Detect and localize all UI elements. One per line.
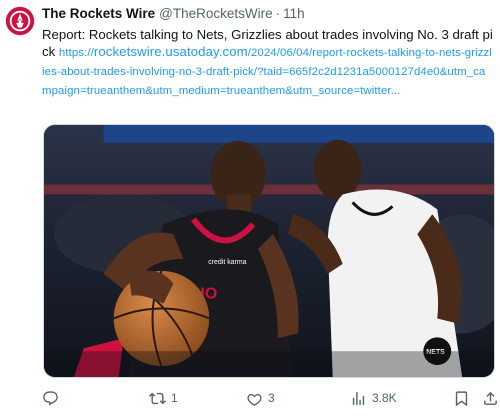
reply-button[interactable]	[42, 386, 64, 410]
like-button[interactable]: 3	[246, 386, 275, 410]
tweet[interactable]: The Rockets Wire @TheRocketsWire · 11h R…	[0, 0, 500, 417]
retweet-icon	[149, 392, 166, 404]
author-avatar[interactable]	[5, 6, 35, 36]
basketball-game-photo: credit karma HO NETS	[44, 125, 494, 377]
heart-icon	[247, 393, 262, 406]
share-button[interactable]	[482, 386, 499, 410]
bookmark-button[interactable]	[453, 386, 470, 410]
retweet-count: 1	[171, 391, 178, 405]
separator-dot: ·	[275, 6, 281, 21]
share-icon	[484, 391, 497, 405]
tweet-header: The Rockets Wire @TheRocketsWire · 11h	[42, 5, 490, 23]
author-handle[interactable]: @TheRocketsWire	[159, 5, 272, 23]
tweet-text: Report: Rockets talking to Nets, Grizzli…	[42, 26, 494, 100]
article-link[interactable]: https://rocketswire.usatoday.com/2024/06…	[42, 44, 492, 97]
retweet-button[interactable]: 1	[149, 386, 178, 410]
author-name[interactable]: The Rockets Wire	[42, 5, 155, 23]
link-prefix: https://	[58, 47, 94, 59]
views-count: 3.8K	[372, 391, 397, 405]
jersey-sponsor: credit karma	[208, 259, 246, 266]
views-button[interactable]: 3.8K	[350, 386, 397, 410]
bookmark-icon	[455, 390, 468, 406]
link-domain: rocketswire.usatoday.com	[93, 44, 248, 59]
views-chart-icon	[352, 391, 365, 405]
reply-icon	[43, 390, 58, 405]
tweet-actions: 1 3 3.8K	[42, 386, 497, 410]
like-count: 3	[268, 391, 275, 405]
tweet-photo[interactable]: credit karma HO NETS	[43, 124, 495, 378]
rockets-wire-logo-icon	[6, 7, 34, 35]
tweet-timestamp[interactable]: 11h	[283, 5, 305, 23]
